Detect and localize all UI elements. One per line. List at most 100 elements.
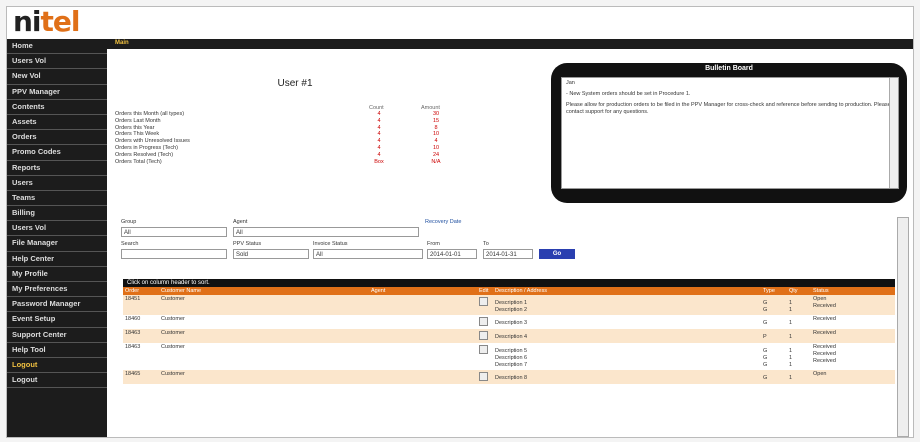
- brand-logo[interactable]: nitel: [13, 6, 81, 38]
- table-row[interactable]: 18451 Customer Description 1 G 1 Description …: [123, 295, 895, 315]
- table-row[interactable]: 18460 Customer Description 3 G 1 Received: [123, 315, 895, 329]
- table-body: 18451 Customer Description 1 G 1 Description …: [123, 295, 895, 384]
- column-header[interactable]: Edit: [479, 287, 488, 295]
- edit-icon[interactable]: [479, 372, 488, 381]
- edit-icon[interactable]: [479, 345, 488, 354]
- sidebar-item[interactable]: Support Center: [7, 328, 107, 343]
- sidebar-item[interactable]: My Profile: [7, 267, 107, 282]
- sidebar-item[interactable]: Promo Codes: [7, 145, 107, 161]
- stats-row: Orders with Unresolved Issues 4 4: [115, 138, 455, 145]
- status-cell: Open: [813, 371, 827, 377]
- stats-label: Orders Resolved (Tech): [115, 151, 174, 158]
- sidebar-item[interactable]: Logout: [7, 373, 107, 389]
- bulletin-board: Bulletin Board Jan - New System orders s…: [551, 63, 907, 203]
- stats-label: Orders this Year: [115, 124, 155, 131]
- sidebar-item[interactable]: New Vol: [7, 69, 107, 85]
- stats-amount: 10: [432, 131, 440, 138]
- description-line: Description 3: [495, 320, 528, 326]
- description-line: Description 8: [495, 375, 528, 381]
- column-header[interactable]: Type: [763, 287, 775, 295]
- stats-amount: 30: [432, 111, 440, 117]
- stats-row: Orders Last Month 4 15: [115, 118, 455, 125]
- sidebar-item[interactable]: File Manager: [7, 236, 107, 252]
- invoice-status-select[interactable]: All: [313, 249, 423, 259]
- sidebar-item[interactable]: Password Manager: [7, 297, 107, 313]
- table-row[interactable]: 18463 Customer Description 5 G 1 Description …: [123, 343, 895, 370]
- status-cell: Received: [813, 351, 836, 357]
- logo-part-1: ni: [13, 6, 42, 38]
- sidebar-item[interactable]: Contents: [7, 100, 107, 115]
- sidebar-item[interactable]: My Preferences: [7, 282, 107, 298]
- stats-label: Orders in Progress (Tech): [115, 144, 178, 151]
- stats-count: 4: [377, 117, 381, 124]
- column-header[interactable]: Qty: [789, 287, 798, 295]
- customer-name[interactable]: Customer: [161, 296, 185, 302]
- bulletin-line: Please allow for production orders to be…: [566, 102, 891, 115]
- bulletin-line: - New System orders should be set in Pro…: [566, 91, 691, 97]
- stats-count: 4: [377, 124, 381, 131]
- ppv-status-select[interactable]: Sold: [233, 249, 309, 259]
- breadcrumb-bar: Main: [107, 39, 913, 49]
- sidebar-item[interactable]: Users Vol: [7, 221, 107, 237]
- order-number[interactable]: 18463: [125, 344, 140, 350]
- sidebar-item[interactable]: Event Setup: [7, 312, 107, 328]
- sidebar-item[interactable]: Logout: [7, 358, 107, 374]
- sidebar-item[interactable]: Home: [7, 39, 107, 55]
- order-number[interactable]: 18465: [125, 371, 140, 377]
- bulletin-scrollbar[interactable]: [889, 78, 898, 188]
- column-header[interactable]: Description / Address: [495, 287, 547, 295]
- to-date-input[interactable]: 2014-01-31: [483, 249, 533, 259]
- from-date-input[interactable]: 2014-01-01: [427, 249, 477, 259]
- qty-cell: 1: [789, 307, 793, 313]
- status-cell: Received: [813, 344, 836, 350]
- group-label: Group: [121, 219, 137, 225]
- description-line: Description 1: [495, 300, 528, 306]
- column-header[interactable]: Order: [125, 287, 139, 295]
- stats-row: Orders Resolved (Tech) 4 24: [115, 152, 455, 159]
- sidebar-item[interactable]: Help Center: [7, 252, 107, 267]
- recovery-date-label[interactable]: Recovery Date: [425, 219, 461, 225]
- sidebar-item[interactable]: Users Vol: [7, 54, 107, 70]
- table-scrollbar[interactable]: [897, 217, 909, 437]
- type-cell: G: [763, 362, 768, 368]
- customer-name[interactable]: Customer: [161, 371, 185, 377]
- stats-label: Orders with Unresolved Issues: [115, 138, 190, 145]
- edit-icon[interactable]: [479, 331, 488, 340]
- table-row[interactable]: 18463 Customer Description 4 P 1 Received: [123, 329, 895, 343]
- customer-name[interactable]: Customer: [161, 344, 185, 350]
- order-number[interactable]: 18463: [125, 330, 140, 336]
- sidebar-item[interactable]: Users: [7, 176, 107, 191]
- search-input[interactable]: [121, 249, 227, 259]
- sidebar-item[interactable]: Orders: [7, 130, 107, 146]
- orders-table: Order Customer Name Agent Edit Description /…: [123, 287, 895, 437]
- column-header[interactable]: Status: [813, 287, 829, 295]
- search-label: Search: [121, 241, 139, 247]
- group-select[interactable]: All: [121, 227, 227, 237]
- customer-name[interactable]: Customer: [161, 316, 185, 322]
- sidebar-item[interactable]: Teams: [7, 191, 107, 207]
- stats-row: Orders This Week 4 10: [115, 131, 455, 138]
- stats-row: Orders in Progress (Tech) 4 10: [115, 145, 455, 152]
- go-button[interactable]: Go: [539, 249, 575, 259]
- sidebar-item[interactable]: Assets: [7, 115, 107, 131]
- column-header[interactable]: Agent: [371, 287, 385, 295]
- agent-select[interactable]: All: [233, 227, 419, 237]
- edit-icon[interactable]: [479, 297, 488, 306]
- breadcrumb[interactable]: Main: [115, 40, 129, 46]
- sidebar-item[interactable]: Reports: [7, 161, 107, 176]
- description-line: Description 2: [495, 307, 528, 313]
- order-number[interactable]: 18460: [125, 316, 140, 322]
- sidebar-item[interactable]: PPV Manager: [7, 85, 107, 100]
- sidebar-item[interactable]: Help Tool: [7, 343, 107, 358]
- edit-icon[interactable]: [479, 317, 488, 326]
- type-cell: P: [763, 334, 767, 340]
- type-cell: G: [763, 375, 768, 381]
- sidebar-item[interactable]: Billing: [7, 206, 107, 222]
- stats-label: Orders Last Month: [115, 117, 161, 124]
- order-number[interactable]: 18451: [125, 296, 140, 302]
- customer-name[interactable]: Customer: [161, 330, 185, 336]
- column-header[interactable]: Customer Name: [161, 287, 201, 295]
- bulletin-line: Jan: [566, 80, 575, 86]
- type-cell: G: [763, 300, 768, 306]
- table-row[interactable]: 18465 Customer Description 8 G 1 Open: [123, 370, 895, 384]
